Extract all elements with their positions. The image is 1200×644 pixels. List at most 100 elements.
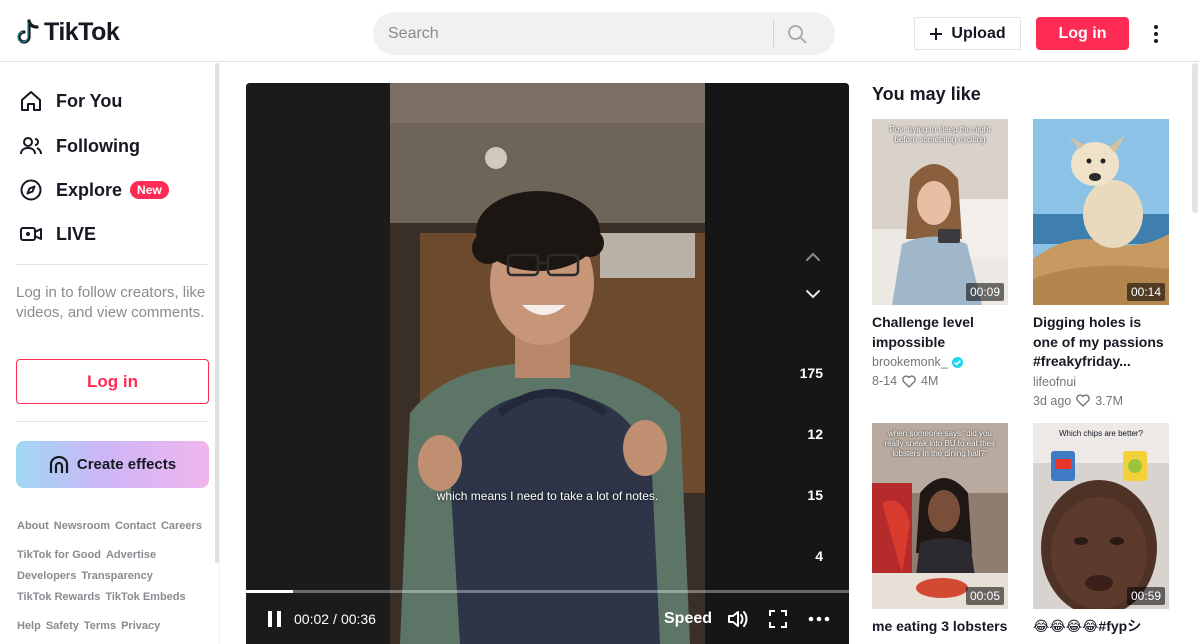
video-title[interactable]: 😂😂😂😂#fypシ [1033,617,1169,637]
heart-icon [902,374,916,388]
footer-link-privacy[interactable]: Privacy [121,620,160,632]
tiktok-note-icon [17,18,39,44]
comment-count[interactable]: 12 [807,426,823,442]
video-title[interactable]: Digging holes is one of my passions #fre… [1033,313,1169,372]
sidebar-item-label: For You [56,90,123,111]
verified-badge-icon [951,356,963,368]
fullscreen-icon [769,610,787,628]
video-time: 00:02 / 00:36 [294,603,376,635]
logo-text: TikTok [44,18,120,46]
footer-link-safety[interactable]: Safety [46,620,79,632]
thumbnail-caption: Pov: trying to sleep the night before so… [889,125,991,144]
video-frame: which means I need to take a lot of note… [390,83,705,644]
footer-link-terms[interactable]: Terms [84,620,116,632]
sidebar-item-live[interactable]: LIVE [18,219,96,249]
plus-icon [930,27,943,40]
search-icon [788,24,807,43]
sidebar-divider [16,421,208,422]
thumbnail-illustration [1033,119,1169,305]
video-meta: 3d ago 3.7M [1033,394,1169,408]
thumbnail-caption: when someone says "did you really sneak … [884,429,996,458]
chevron-down-icon[interactable] [805,289,821,299]
sidebar-item-following[interactable]: Following [18,131,140,161]
speed-button[interactable]: Speed [664,603,712,635]
share-count[interactable]: 4 [815,548,823,564]
chevron-up-icon[interactable] [805,252,821,262]
search-button[interactable] [774,12,820,55]
footer-link-help[interactable]: Help [17,620,41,632]
footer-link-tiktok-rewards[interactable]: TikTok Rewards [17,591,100,603]
login-button[interactable]: Log in [1036,17,1129,50]
tiktok-logo[interactable]: TikTok [16,18,120,47]
video-progress-bar[interactable] [246,590,849,593]
upload-button[interactable]: Upload [914,17,1021,50]
footer-link-transparency[interactable]: Transparency [81,570,153,582]
create-effects-button[interactable]: Create effects [16,441,209,488]
like-count-small: 4M [921,374,939,388]
footer-link-contact[interactable]: Contact [115,520,156,532]
page-scrollbar[interactable] [1192,63,1198,213]
recommended-video-card[interactable]: 00:14 Digging holes is one of my passion… [1033,119,1169,408]
video-progress-fill [246,590,294,593]
effect-house-icon [49,455,68,473]
total-time: 00:36 [340,611,376,627]
upload-label: Upload [951,24,1006,42]
save-count[interactable]: 15 [807,487,823,503]
video-title[interactable]: Challenge level impossible [872,313,1008,352]
video-duration: 00:59 [1126,587,1165,605]
sidebar-divider [16,264,208,265]
video-duration: 00:05 [965,587,1004,605]
footer-link-careers[interactable]: Careers [161,520,202,532]
footer-link-about[interactable]: About [17,520,49,532]
video-letterbox-left [246,83,390,644]
sidebar-item-for-you[interactable]: For You [18,86,122,116]
video-more-button[interactable] [808,603,830,635]
video-thumbnail[interactable]: 00:14 [1033,119,1169,305]
thumbnail-illustration [1033,423,1169,609]
video-letterbox-right [705,83,849,644]
sidebar-login-button[interactable]: Log in [16,359,209,404]
volume-button[interactable] [726,603,750,635]
sidebar: For You Following Explore New LIVE Log i… [0,63,220,644]
time-separator: / [333,611,337,627]
video-date: 8-14 [872,374,898,388]
video-author[interactable]: brookemonk_ [872,355,1008,369]
video-thumbnail[interactable]: Pov: trying to sleep the night before so… [872,119,1008,305]
video-title[interactable]: me eating 3 lobsters [872,617,1008,637]
footer-link-newsroom[interactable]: Newsroom [54,520,110,532]
compass-icon [18,177,44,203]
video-duration: 00:09 [965,283,1004,301]
video-date: 3d ago [1033,393,1072,408]
video-thumbnail[interactable]: Which chips are better? 00:59 [1033,423,1169,609]
sidebar-item-explore[interactable]: Explore New [18,175,169,205]
vertical-dots-icon [1154,25,1158,43]
author-name: brookemonk_ [872,355,948,369]
recommended-video-card[interactable]: Which chips are better? 00:59 😂😂😂😂#fypシ [1033,423,1169,637]
footer-link-developers[interactable]: Developers [17,570,76,582]
sidebar-item-label: Following [56,135,140,156]
pause-button[interactable] [266,603,284,635]
video-meta: 8-14 4M [872,374,1008,388]
sidebar-scrollbar[interactable] [215,63,219,563]
recommended-video-card[interactable]: Pov: trying to sleep the night before so… [872,119,1008,388]
thumbnail-caption: Which chips are better? [1058,429,1144,438]
users-icon [18,133,44,159]
video-player[interactable]: which means I need to take a lot of note… [246,83,849,644]
more-options-button[interactable] [1146,22,1166,46]
like-count[interactable]: 175 [800,365,823,381]
video-duration: 00:14 [1126,283,1165,301]
fullscreen-button[interactable] [768,603,788,635]
author-name: lifeofnui [1033,374,1077,389]
video-thumbnail[interactable]: when someone says "did you really sneak … [872,423,1008,609]
search-input[interactable] [373,12,773,55]
footer-link-advertise[interactable]: Advertise [106,549,156,561]
top-header: TikTok Upload Log in [0,0,1200,62]
footer-link-tiktok-for-good[interactable]: TikTok for Good [17,549,101,561]
footer-links-row: Developers Transparency [17,570,153,582]
video-author[interactable]: lifeofnui [1033,375,1169,389]
video-subtitle: which means I need to take a lot of note… [436,489,659,503]
footer-links-row: TikTok for Good Advertise [17,549,156,561]
footer-link-tiktok-embeds[interactable]: TikTok Embeds [105,591,185,603]
recommended-video-card[interactable]: when someone says "did you really sneak … [872,423,1008,637]
new-badge: New [130,181,169,199]
